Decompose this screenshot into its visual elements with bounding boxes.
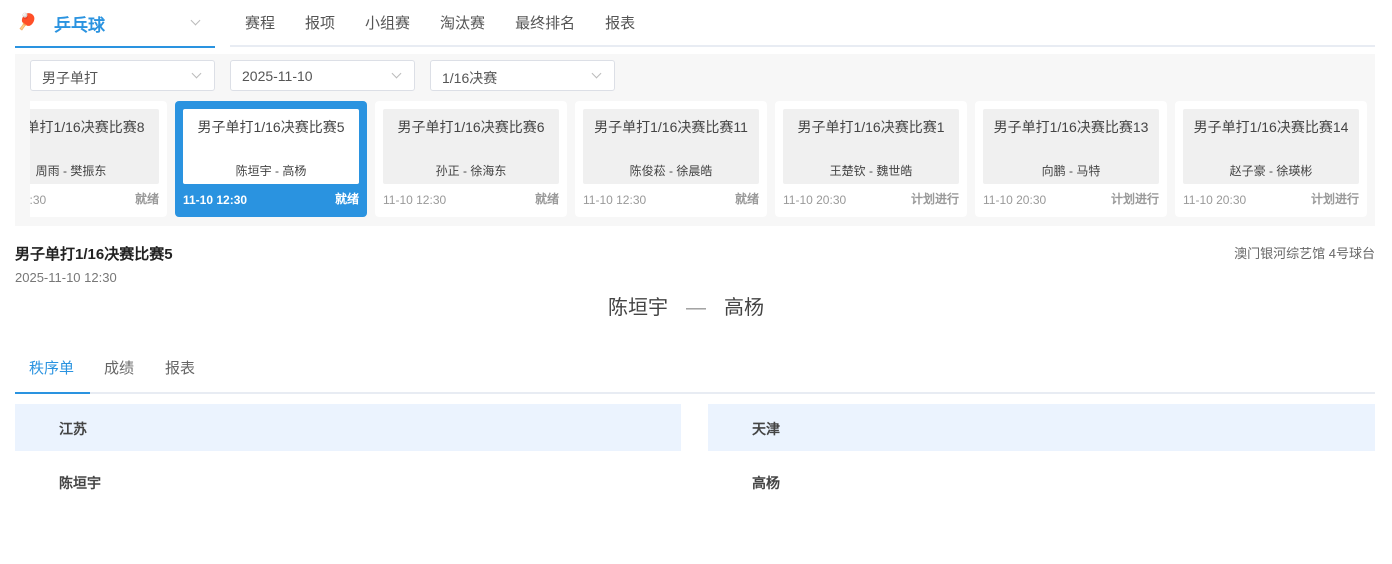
top-nav: 🏓 乒乓球 赛程 报项 小组赛 淘汰赛 最终排名 报表: [15, 0, 1375, 48]
match-card-body: 男子单打1/16决赛比赛11 陈俊菘 - 徐晨皓: [583, 109, 759, 184]
left-team-row: 江苏: [15, 404, 681, 451]
date-select[interactable]: 2025-11-10: [230, 60, 415, 91]
match-card-title: 男子单打1/16决赛比赛13: [993, 119, 1149, 135]
match-card[interactable]: 男子单打1/16决赛比赛14 赵子豪 - 徐瑛彬 11-10 20:30 计划进行: [1175, 101, 1367, 217]
match-card-status: 就绪: [134, 192, 159, 206]
match-card-body: 男子单打1/16决赛比赛5 陈垣宇 - 高杨: [183, 109, 359, 184]
match-card-status: 计划进行: [910, 192, 959, 206]
filter-panel: 男子单打 2025-11-10 1/16决赛 男子单打1/16决赛比赛8 周雨 -…: [15, 54, 1375, 226]
sport-name: 乒乓球: [54, 15, 105, 35]
match-card[interactable]: 男子单打1/16决赛比赛13 向鹏 - 马特 11-10 20:30 计划进行: [975, 101, 1167, 217]
date-select-value: 2025-11-10: [242, 68, 313, 84]
match-carousel: 男子单打1/16决赛比赛8周雨 - 樊振东11-10 12:30就绪男子单打1/…: [30, 101, 1375, 217]
chevron-down-icon: [391, 68, 402, 79]
sport-selector[interactable]: 🏓 乒乓球: [15, 0, 215, 48]
match-card-body: 男子单打1/16决赛比赛13 向鹏 - 马特: [983, 109, 1159, 184]
right-player: 高杨: [752, 475, 780, 491]
event-select[interactable]: 男子单打: [30, 60, 215, 91]
match-card-body: 男子单打1/16决赛比赛14 赵子豪 - 徐瑛彬: [1183, 109, 1359, 184]
player-a: 陈垣宇: [608, 297, 668, 319]
match-card[interactable]: 男子单打1/16决赛比赛8 周雨 - 樊振东 11-10 12:30 就绪: [30, 101, 167, 217]
match-card-time: 11-10 20:30: [1183, 193, 1247, 207]
event-select-value: 男子单打: [42, 70, 98, 86]
match-card-players: 周雨 - 樊振东: [35, 164, 107, 178]
chevron-down-icon: [190, 15, 201, 26]
detail-tabs: 秩序单 成绩 报表: [15, 350, 1375, 394]
match-card-players: 向鹏 - 马特: [1041, 164, 1101, 178]
match-card-time: 11-10 12:30: [30, 193, 47, 207]
match-card-title: 男子单打1/16决赛比赛8: [30, 119, 145, 135]
nav-tab-group-stage[interactable]: 小组赛: [365, 12, 410, 33]
match-card-time: 11-10 20:30: [783, 193, 847, 207]
match-card-title: 男子单打1/16决赛比赛6: [397, 119, 545, 135]
match-card-title: 男子单打1/16决赛比赛5: [197, 119, 345, 135]
chevron-down-icon: [591, 68, 602, 79]
chevron-down-icon: [191, 68, 202, 79]
round-select-value: 1/16决赛: [442, 70, 498, 86]
match-card-players: 孙正 - 徐海东: [435, 164, 507, 178]
player-b: 高杨: [724, 297, 764, 319]
match-card[interactable]: 男子单打1/16决赛比赛5 陈垣宇 - 高杨 11-10 12:30 就绪: [175, 101, 367, 217]
match-datetime: 2025-11-10 12:30: [15, 270, 117, 285]
match-card[interactable]: 男子单打1/16决赛比赛6 孙正 - 徐海东 11-10 12:30 就绪: [375, 101, 567, 217]
match-card[interactable]: 男子单打1/16决赛比赛11 陈俊菘 - 徐晨皓 11-10 12:30 就绪: [575, 101, 767, 217]
nav-tab-entries[interactable]: 报项: [305, 12, 335, 33]
nav-tab-schedule[interactable]: 赛程: [245, 12, 275, 33]
round-select[interactable]: 1/16决赛: [430, 60, 615, 91]
nav-tab-final-ranking[interactable]: 最终排名: [515, 12, 575, 33]
match-card-players: 赵子豪 - 徐瑛彬: [1229, 164, 1313, 178]
match-card-time: 11-10 12:30: [583, 193, 647, 207]
match-card[interactable]: 男子单打1/16决赛比赛1 王楚钦 - 魏世皓 11-10 20:30 计划进行: [775, 101, 967, 217]
match-card-time: 11-10 12:30: [383, 193, 447, 207]
match-card-status: 计划进行: [1110, 192, 1159, 206]
nav-tab-reports[interactable]: 报表: [605, 12, 635, 33]
tab-order-sheet[interactable]: 秩序单: [29, 357, 74, 378]
match-card-status: 就绪: [334, 192, 359, 206]
left-player: 陈垣宇: [59, 475, 101, 491]
table-tennis-logo-icon: 🏓: [17, 14, 37, 31]
match-card-time: 11-10 12:30: [183, 193, 248, 207]
match-card-body: 男子单打1/16决赛比赛1 王楚钦 - 魏世皓: [783, 109, 959, 184]
versus-separator: —: [686, 297, 706, 319]
match-card-players: 王楚钦 - 魏世皓: [829, 164, 913, 178]
match-card-body: 男子单打1/16决赛比赛6 孙正 - 徐海东: [383, 109, 559, 184]
match-card-title: 男子单打1/16决赛比赛14: [1193, 119, 1349, 135]
nav-tabs: 赛程 报项 小组赛 淘汰赛 最终排名 报表: [230, 0, 650, 44]
match-card-status: 就绪: [534, 192, 559, 206]
match-card-title: 男子单打1/16决赛比赛1: [797, 119, 945, 135]
match-venue: 澳门银河综艺馆 4号球台: [1234, 246, 1375, 261]
match-card-status: 就绪: [734, 192, 759, 206]
tab-results[interactable]: 成绩: [104, 357, 134, 378]
match-card-body: 男子单打1/16决赛比赛8 周雨 - 樊振东: [30, 109, 159, 184]
right-team-row: 天津: [708, 404, 1375, 451]
match-card-status: 计划进行: [1310, 192, 1359, 206]
match-title: 男子单打1/16决赛比赛5: [15, 246, 173, 263]
match-card-time: 11-10 20:30: [983, 193, 1047, 207]
match-card-players: 陈垣宇 - 高杨: [235, 164, 307, 178]
match-versus: 陈垣宇 — 高杨: [0, 291, 1372, 320]
tab-reports[interactable]: 报表: [165, 357, 195, 378]
nav-tab-knockout[interactable]: 淘汰赛: [440, 12, 485, 33]
match-card-title: 男子单打1/16决赛比赛11: [594, 119, 748, 135]
nav-divider: [230, 45, 1375, 47]
match-card-players: 陈俊菘 - 徐晨皓: [629, 164, 713, 178]
active-tab-indicator: [15, 392, 90, 394]
